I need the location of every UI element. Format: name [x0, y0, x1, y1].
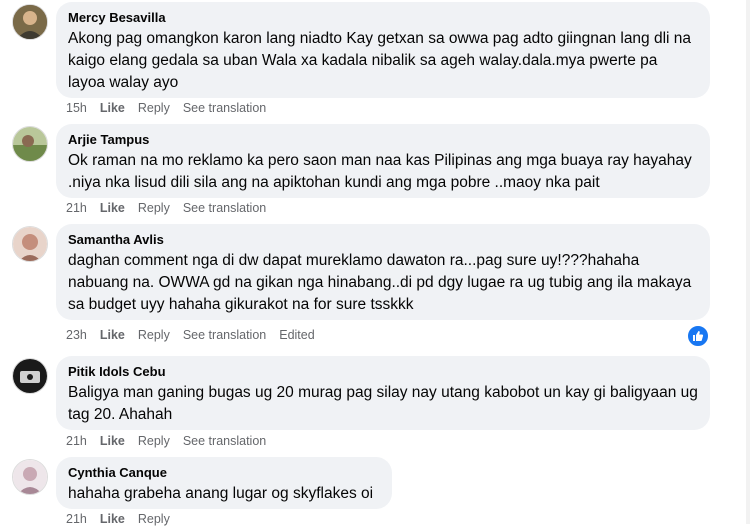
see-translation-link[interactable]: See translation: [183, 434, 266, 448]
reply-button[interactable]: Reply: [138, 328, 170, 342]
comment-text: Ok raman na mo reklamo ka pero saon man …: [68, 152, 692, 191]
comment-time[interactable]: 15h: [66, 101, 87, 115]
avatar[interactable]: [12, 4, 48, 40]
comment-actions: 21h Like Reply See translation: [66, 434, 266, 448]
reply-button[interactable]: Reply: [138, 434, 170, 448]
comment-author[interactable]: Arjie Tampus: [68, 132, 698, 147]
comment-bubble: Mercy Besavilla Akong pag omangkon karon…: [56, 2, 710, 98]
see-translation-link[interactable]: See translation: [183, 101, 266, 115]
profile-photo-icon: [13, 227, 47, 261]
scrollbar[interactable]: [746, 0, 750, 524]
edited-label: Edited: [279, 328, 315, 342]
comment-author[interactable]: Cynthia Canque: [68, 465, 380, 480]
like-button[interactable]: Like: [100, 201, 125, 215]
comment-actions: 21h Like Reply See translation: [66, 201, 266, 215]
comment-time[interactable]: 21h: [66, 201, 87, 215]
reply-button[interactable]: Reply: [138, 201, 170, 215]
comment-actions: 23h Like Reply See translation Edited: [66, 328, 315, 342]
comment-author[interactable]: Pitik Idols Cebu: [68, 364, 698, 379]
avatar[interactable]: [12, 126, 48, 162]
reaction-badge[interactable]: [686, 324, 710, 348]
comment-bubble: Pitik Idols Cebu Baligya man ganing buga…: [56, 356, 710, 430]
profile-photo-icon: [13, 5, 47, 39]
avatar[interactable]: [12, 459, 48, 495]
comment-text: daghan comment nga di dw dapat mureklamo…: [68, 252, 692, 313]
like-icon: [693, 331, 704, 341]
comment-text: hahaha grabeha anang lugar og skyflakes …: [68, 485, 374, 502]
comment-bubble: Arjie Tampus Ok raman na mo reklamo ka p…: [56, 124, 710, 198]
like-button[interactable]: Like: [100, 328, 125, 342]
comment-bubble: Samantha Avlis daghan comment nga di dw …: [56, 224, 710, 320]
avatar[interactable]: [12, 358, 48, 394]
comment-author[interactable]: Samantha Avlis: [68, 232, 698, 247]
like-button[interactable]: Like: [100, 101, 125, 115]
comment-text: Akong pag omangkon karon lang niadto Kay…: [68, 30, 692, 91]
see-translation-link[interactable]: See translation: [183, 201, 266, 215]
avatar[interactable]: [12, 226, 48, 262]
comment-time[interactable]: 21h: [66, 434, 87, 448]
comment-time[interactable]: 23h: [66, 328, 87, 342]
profile-photo-icon: [13, 127, 47, 161]
comment-bubble: Cynthia Canque hahaha grabeha anang luga…: [56, 457, 392, 509]
comment-author[interactable]: Mercy Besavilla: [68, 10, 698, 25]
comment-text: Baligya man ganing bugas ug 20 murag pag…: [68, 384, 698, 423]
see-translation-link[interactable]: See translation: [183, 328, 266, 342]
profile-photo-icon: [13, 460, 47, 494]
like-button[interactable]: Like: [100, 434, 125, 448]
comment-actions: 15h Like Reply See translation: [66, 101, 266, 115]
profile-photo-icon: [13, 359, 47, 393]
reply-button[interactable]: Reply: [138, 101, 170, 115]
